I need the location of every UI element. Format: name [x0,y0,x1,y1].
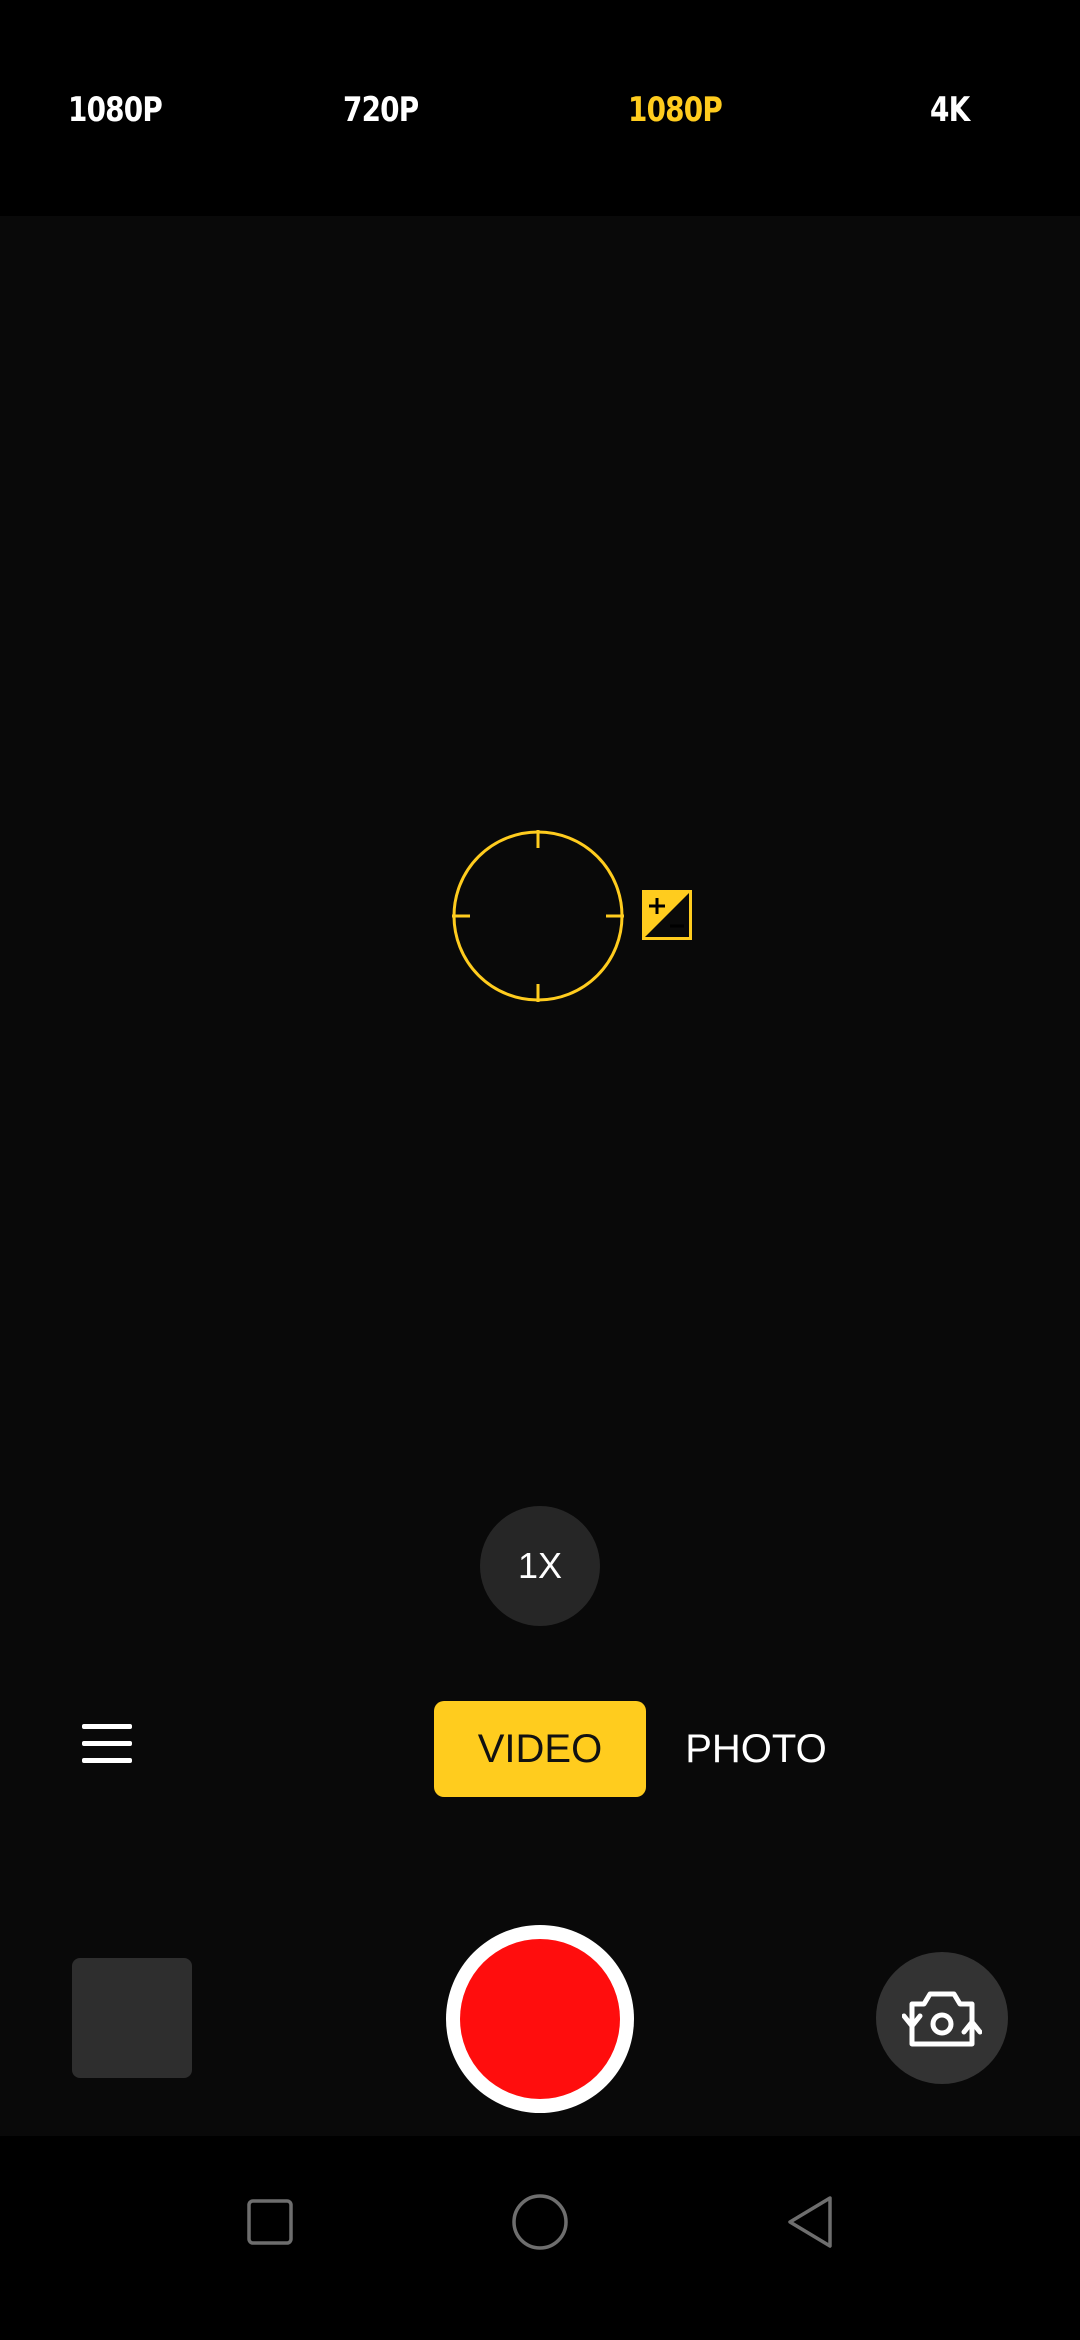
resolution-option-720p[interactable]: 720P [343,80,419,140]
zoom-button[interactable]: 1X [480,1506,600,1626]
switch-camera-button[interactable] [876,1952,1008,2084]
focus-ring-icon[interactable] [448,826,628,1006]
switch-camera-icon [902,1991,982,2047]
viewfinder[interactable] [0,216,1080,2136]
camera-screen: 1080P 720P 1080P 4K 1X VIDEO PHOTO [0,0,1080,2340]
system-navigation-bar [0,2136,1080,2340]
square-icon[interactable] [240,2192,300,2252]
circle-icon[interactable] [510,2192,570,2252]
hamburger-menu-icon[interactable] [82,1724,132,1770]
record-button[interactable] [446,1925,634,2113]
mode-video-tab[interactable]: VIDEO [434,1701,646,1797]
resolution-option-1080p-a[interactable]: 1080P [68,80,163,140]
exposure-compensation-icon[interactable] [642,890,692,940]
gallery-thumbnail[interactable] [72,1958,192,2078]
resolution-option-4k[interactable]: 4K [930,80,970,140]
mode-photo-tab[interactable]: PHOTO [672,1701,840,1797]
resolution-option-1080p-selected[interactable]: 1080P [628,80,723,140]
resolution-bar: 1080P 720P 1080P 4K [0,0,1080,216]
triangle-back-icon[interactable] [780,2192,840,2252]
record-indicator [460,1939,620,2099]
